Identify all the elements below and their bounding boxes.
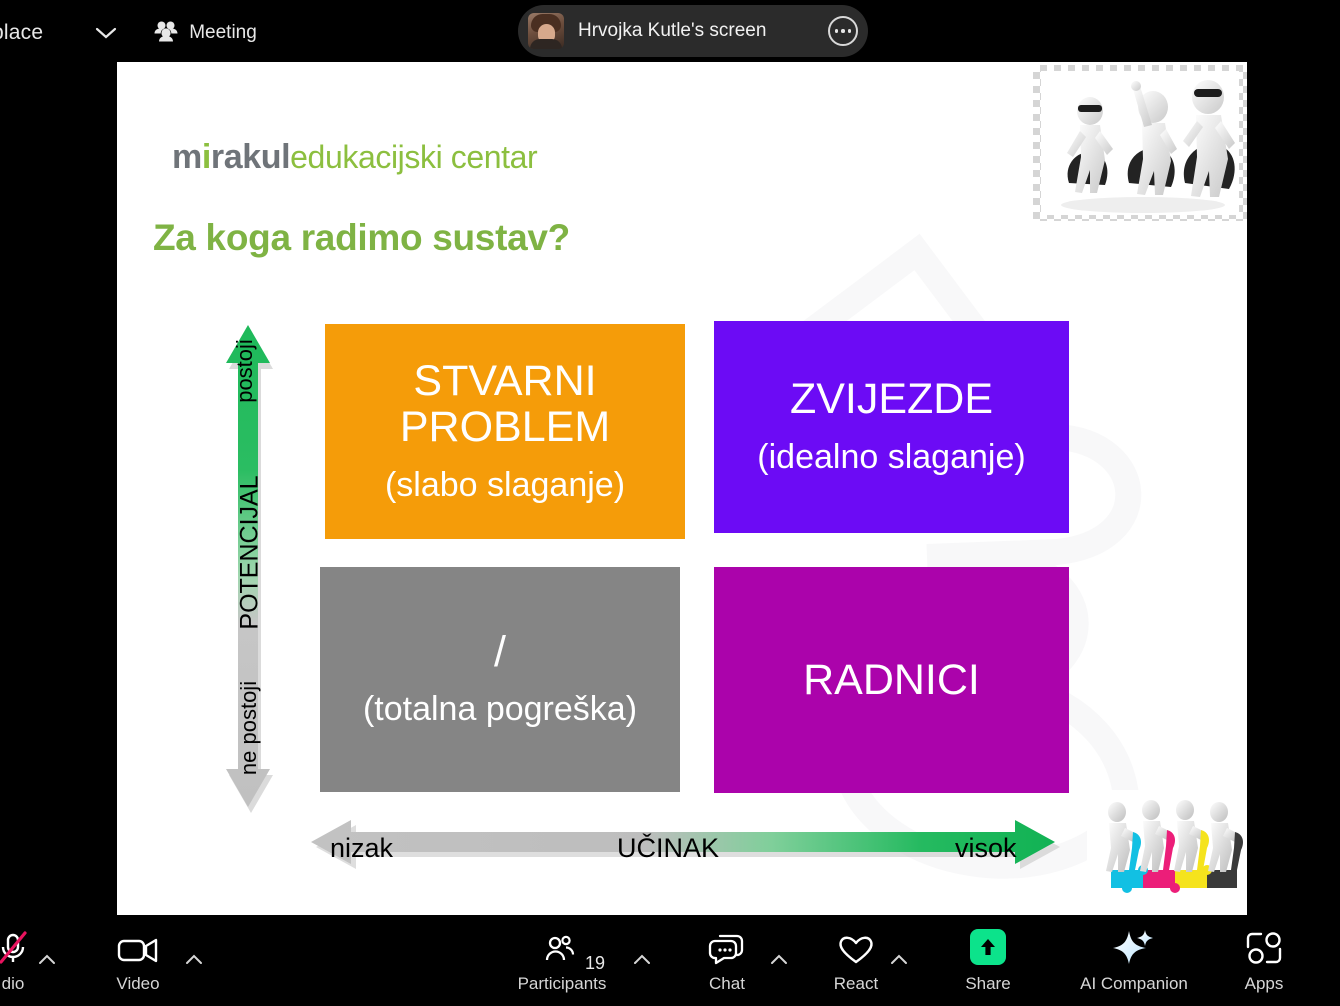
app-name-label: place — [0, 21, 44, 44]
participants-label: Participants — [517, 974, 607, 993]
teamwork-paint-image — [1087, 790, 1247, 902]
shared-slide: mirakuledukacijski centar Za koga radimo… — [117, 62, 1247, 915]
chat-options-caret-icon[interactable] — [768, 948, 790, 970]
horizontal-axis-right-label: visok — [955, 833, 1017, 863]
quadrant-title-line1: RADNICI — [803, 655, 980, 704]
people-icon — [153, 20, 179, 47]
meeting-tab[interactable]: Meeting — [153, 20, 257, 47]
vertical-axis-arrow: postoji POTENCIJAL ne postoji — [222, 320, 282, 820]
heart-icon — [837, 927, 875, 965]
quadrant-stvarni-problem: STVARNI PROBLEM (slabo slaganje) — [325, 324, 685, 539]
apps-label: Apps — [1244, 974, 1284, 993]
quadrant-zvijezde: ZVIJEZDE (idealno slaganje) — [714, 321, 1069, 533]
apps-button[interactable]: Apps — [1228, 915, 1300, 1006]
audio-label: dio — [1, 974, 25, 993]
chevron-down-icon[interactable] — [89, 16, 123, 50]
apps-icon — [1245, 927, 1283, 965]
quadrant-title-line1: ZVIJEZDE — [789, 375, 994, 424]
share-screen-label: Share — [965, 974, 1011, 993]
audio-options-caret-icon[interactable] — [36, 948, 58, 970]
vertical-axis-bottom-label: ne postoji — [236, 680, 261, 776]
share-screen-icon — [970, 927, 1006, 965]
react-label: React — [833, 974, 879, 993]
zoom-meeting-window: place Meeting — [0, 0, 1340, 1006]
quadrant-subtitle: (slabo slaganje) — [384, 465, 626, 504]
vertical-axis-top-label: postoji — [232, 339, 257, 403]
ai-companion-button[interactable]: AI Companion — [1056, 915, 1212, 1006]
quadrant-title-line2: PROBLEM — [399, 403, 611, 452]
quadrant-radnici: RADNICI — [714, 567, 1069, 793]
chat-label: Chat — [709, 974, 745, 993]
page-title: Za koga radimo sustav? — [153, 217, 570, 258]
microphone-muted-icon — [0, 927, 30, 965]
screen-share-banner[interactable]: Hrvojka Kutle's screen — [518, 5, 868, 57]
react-options-caret-icon[interactable] — [888, 948, 910, 970]
more-options-icon[interactable] — [828, 16, 858, 46]
top-bar-left-group: place Meeting — [0, 16, 257, 50]
video-options-caret-icon[interactable] — [183, 948, 205, 970]
screen-share-label: Hrvojka Kutle's screen — [578, 20, 767, 41]
video-camera-icon — [117, 927, 159, 965]
react-button[interactable]: React — [820, 915, 892, 1006]
meeting-tab-label: Meeting — [189, 22, 257, 43]
horizontal-axis-arrow: nizak UČINAK visok — [305, 812, 1065, 882]
participants-icon — [545, 927, 579, 965]
participants-options-caret-icon[interactable] — [631, 948, 653, 970]
quadrant-title-line1: STVARNI — [413, 356, 597, 405]
logo-brand-mi: mi — [172, 138, 211, 176]
logo-tagline: edukacijski centar — [290, 139, 538, 175]
quadrant-totalna-pogreska: / (totalna pogreška) — [320, 567, 680, 792]
video-button[interactable]: Video — [104, 915, 172, 1006]
meeting-bottom-toolbar: dio Video Participants 19 Chat React Sha… — [0, 915, 1340, 1006]
chat-icon — [708, 927, 746, 965]
horizontal-axis-left-label: nizak — [330, 833, 394, 863]
quadrant-subtitle: (idealno slaganje) — [757, 437, 1026, 476]
participants-count: 19 — [585, 953, 606, 973]
avatar — [528, 13, 564, 49]
superheroes-image — [1033, 65, 1247, 221]
chat-button[interactable]: Chat — [692, 915, 762, 1006]
ai-companion-label: AI Companion — [1080, 974, 1188, 993]
quadrant-subtitle: (totalna pogreška) — [362, 690, 638, 729]
mirakul-logo: mirakuledukacijski centar — [172, 138, 538, 177]
horizontal-axis-label: UČINAK — [617, 833, 720, 863]
vertical-axis-label: POTENCIJAL — [235, 475, 264, 630]
quadrant-title-line1: / — [494, 627, 506, 676]
video-label: Video — [116, 974, 160, 993]
ai-sparkle-icon — [1112, 927, 1156, 965]
share-screen-button[interactable]: Share — [952, 915, 1024, 1006]
meeting-top-bar: place Meeting — [0, 0, 1340, 62]
logo-brand-rest: rakul — [210, 138, 291, 176]
